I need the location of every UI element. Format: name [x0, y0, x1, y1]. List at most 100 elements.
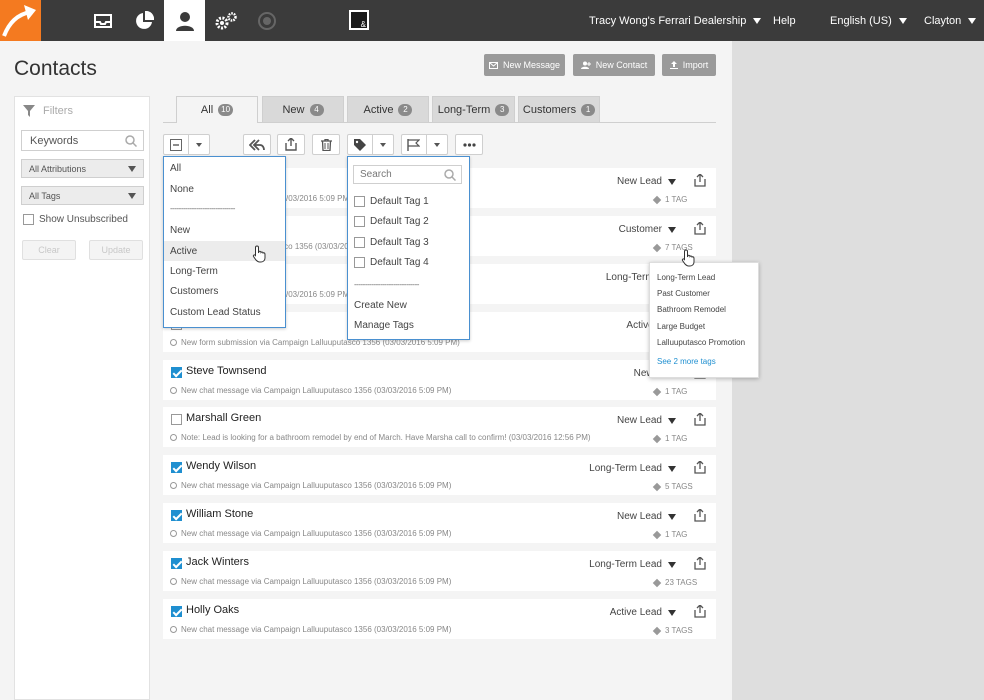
- contact-name[interactable]: Holly Oaks: [186, 604, 239, 616]
- tag-option-default-tag-3[interactable]: Default Tag 3: [354, 237, 429, 248]
- tags-count[interactable]: 3 TAGS: [652, 626, 693, 635]
- share-button[interactable]: [694, 604, 706, 621]
- menu-item-customers[interactable]: Customers: [164, 281, 285, 301]
- tag-dropdown-toggle[interactable]: [373, 142, 393, 147]
- share-icon: [694, 460, 706, 474]
- checkbox[interactable]: [354, 216, 365, 227]
- delete-button[interactable]: [312, 134, 340, 155]
- tags-count[interactable]: 1 TAG: [652, 434, 687, 443]
- contact-name[interactable]: Steve Townsend: [186, 365, 267, 377]
- tags-select[interactable]: All Tags: [21, 186, 144, 205]
- contact-row[interactable]: Wendy Wilson New chat message via Campaig…: [163, 455, 716, 495]
- contact-name[interactable]: Marshall Green: [186, 412, 261, 424]
- lead-status-dropdown[interactable]: Long-Term Lead: [589, 559, 676, 570]
- attributions-select[interactable]: All Attributions: [21, 159, 144, 178]
- select-dropdown-toggle[interactable]: [189, 142, 209, 147]
- tab-customers[interactable]: Customers 1: [518, 96, 600, 122]
- menu-item-new[interactable]: New: [164, 220, 285, 240]
- new-contact-button[interactable]: New Contact: [573, 54, 655, 76]
- pie-chart-icon[interactable]: [123, 0, 164, 41]
- row-checkbox[interactable]: [171, 367, 182, 378]
- reply-all-button[interactable]: [243, 134, 271, 155]
- lead-status-dropdown[interactable]: Long-Term Lead: [589, 463, 676, 474]
- checkbox[interactable]: [354, 237, 365, 248]
- lead-status-dropdown[interactable]: Customer: [619, 224, 676, 235]
- menu-item-long-term[interactable]: Long-Term: [164, 261, 285, 281]
- contact-name[interactable]: Jack Winters: [186, 556, 249, 568]
- contact-row[interactable]: Holly Oaks New chat message via Campaign …: [163, 599, 716, 639]
- inbox-icon[interactable]: [82, 0, 123, 41]
- tab-new[interactable]: New 4: [262, 96, 344, 122]
- help-link[interactable]: Help: [773, 0, 796, 41]
- row-checkbox[interactable]: [171, 510, 182, 521]
- contact-row[interactable]: William Stone New chat message via Campai…: [163, 503, 716, 543]
- clock-icon: [170, 626, 177, 633]
- share-button[interactable]: [694, 460, 706, 477]
- share-button[interactable]: [694, 508, 706, 525]
- export-button[interactable]: [277, 134, 305, 155]
- see-more-tags-link[interactable]: See 2 more tags: [657, 357, 716, 366]
- new-message-button[interactable]: New Message: [484, 54, 565, 76]
- contact-row[interactable]: Steve Townsend New chat message via Campa…: [163, 360, 716, 400]
- clear-button[interactable]: Clear: [22, 240, 76, 260]
- contact-row[interactable]: Jack Winters New chat message via Campaig…: [163, 551, 716, 591]
- keywords-input[interactable]: Keywords: [21, 130, 144, 151]
- menu-item-none[interactable]: None: [164, 179, 285, 199]
- lead-status-dropdown[interactable]: Active Lead: [610, 607, 676, 618]
- update-button[interactable]: Update: [89, 240, 143, 260]
- row-checkbox[interactable]: [171, 558, 182, 569]
- activity-note: New chat message via Campaign Lalluuputa…: [170, 577, 451, 586]
- tag-option-default-tag-1[interactable]: Default Tag 1: [354, 196, 429, 207]
- tag-option-default-tag-4[interactable]: Default Tag 4: [354, 257, 429, 268]
- import-button[interactable]: Import: [662, 54, 716, 76]
- contact-name[interactable]: Wendy Wilson: [186, 460, 256, 472]
- app-square-icon[interactable]: [349, 10, 369, 30]
- select-split-button[interactable]: [163, 134, 210, 155]
- share-button[interactable]: [694, 173, 706, 190]
- tab-all[interactable]: All 10: [176, 96, 258, 123]
- share-button[interactable]: [694, 556, 706, 573]
- tags-count[interactable]: 5 TAGS: [652, 482, 693, 491]
- tags-count[interactable]: 23 TAGS: [652, 578, 697, 587]
- logo[interactable]: [0, 0, 41, 41]
- tab-long-term[interactable]: Long-Term 3: [432, 96, 515, 122]
- contacts-icon[interactable]: [164, 0, 205, 41]
- checkbox[interactable]: [23, 214, 34, 225]
- tag-search-input[interactable]: Search: [353, 165, 462, 184]
- tab-active[interactable]: Active 2: [347, 96, 429, 122]
- flag-dropdown-toggle[interactable]: [427, 142, 447, 147]
- more-button[interactable]: [455, 134, 483, 155]
- show-unsubscribed-checkbox[interactable]: Show Unsubscribed: [23, 214, 128, 225]
- manage-tags[interactable]: Manage Tags: [348, 315, 469, 335]
- create-new-tag[interactable]: Create New: [348, 295, 469, 315]
- flag-toggle[interactable]: [402, 138, 426, 151]
- lead-status-dropdown[interactable]: New Lead: [617, 415, 676, 426]
- row-checkbox[interactable]: [171, 414, 182, 425]
- row-checkbox[interactable]: [171, 462, 182, 473]
- tags-count[interactable]: 1 TAG: [652, 195, 687, 204]
- checkbox[interactable]: [354, 196, 365, 207]
- menu-item-all[interactable]: All: [164, 158, 285, 178]
- flag-split-button[interactable]: [401, 134, 448, 155]
- checkbox[interactable]: [354, 257, 365, 268]
- gears-icon[interactable]: [205, 0, 246, 41]
- select-toggle[interactable]: [164, 138, 188, 151]
- target-icon[interactable]: [246, 0, 287, 41]
- menu-item-custom-lead-status[interactable]: Custom Lead Status: [164, 302, 285, 322]
- row-checkbox[interactable]: [171, 606, 182, 617]
- user-menu[interactable]: Clayton: [924, 0, 977, 41]
- share-button[interactable]: [694, 412, 706, 429]
- lead-status-dropdown[interactable]: New Lead: [617, 511, 676, 522]
- lead-status-dropdown[interactable]: New Lead: [617, 176, 676, 187]
- tag-option-default-tag-2[interactable]: Default Tag 2: [354, 216, 429, 227]
- tags-count[interactable]: 1 TAG: [652, 387, 687, 396]
- dealership-selector[interactable]: Tracy Wong's Ferrari Dealership: [589, 0, 762, 41]
- tag-split-button[interactable]: [347, 134, 394, 155]
- tags-count[interactable]: 1 TAG: [652, 530, 687, 539]
- chevron-down-icon: [968, 17, 977, 24]
- contact-name[interactable]: William Stone: [186, 508, 253, 520]
- tag-toggle[interactable]: [348, 138, 372, 151]
- contact-row[interactable]: Marshall Green Note: Lead is looking for …: [163, 407, 716, 447]
- share-button[interactable]: [694, 221, 706, 238]
- language-selector[interactable]: English (US): [830, 0, 907, 41]
